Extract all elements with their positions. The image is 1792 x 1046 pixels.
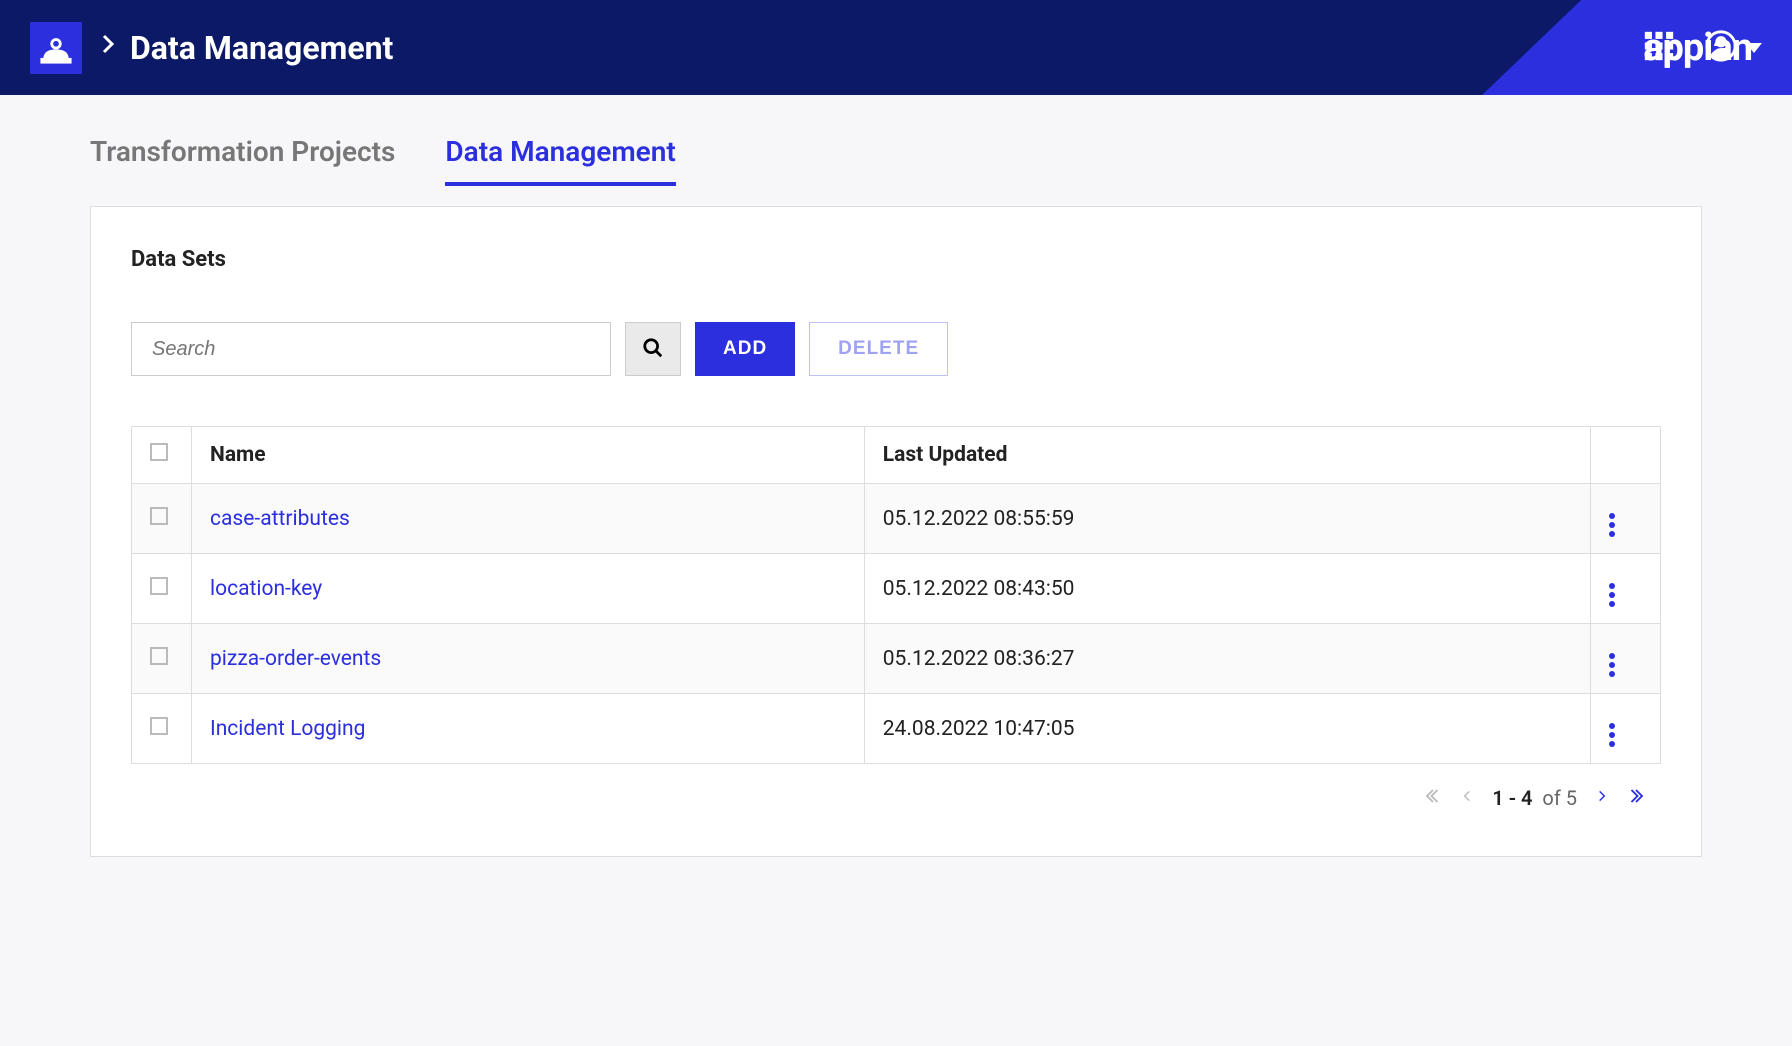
select-all-checkbox[interactable] (150, 443, 168, 461)
pagination-prev-icon[interactable] (1460, 786, 1474, 810)
column-header-updated[interactable]: Last Updated (864, 427, 1590, 484)
app-header: Data Management appian (0, 0, 1792, 95)
search-button[interactable] (625, 322, 681, 376)
add-button[interactable]: ADD (695, 322, 795, 376)
main-content: Transformation Projects Data Management … (0, 95, 1792, 897)
user-menu[interactable] (1704, 29, 1762, 67)
row-actions-kebab-icon[interactable] (1609, 570, 1615, 595)
dataset-link[interactable]: pizza-order-events (210, 647, 381, 671)
pagination-range: 1 - 4 (1492, 786, 1532, 810)
page-title: Data Management (130, 29, 393, 67)
row-checkbox[interactable] (150, 577, 168, 595)
row-checkbox[interactable] (150, 507, 168, 525)
dataset-link[interactable]: location-key (210, 577, 322, 601)
column-header-name[interactable]: Name (192, 427, 865, 484)
data-sets-table: Name Last Updated case-attributes 05.12.… (131, 426, 1661, 764)
column-header-select (132, 427, 192, 484)
search-input[interactable] (131, 322, 611, 376)
row-checkbox[interactable] (150, 647, 168, 665)
table-row: location-key 05.12.2022 08:43:50 (132, 554, 1661, 624)
pagination: 1 - 4 of 5 (131, 764, 1661, 816)
pagination-of-label: of (1542, 786, 1560, 810)
app-logo-icon[interactable] (30, 22, 82, 74)
pagination-first-icon[interactable] (1424, 786, 1442, 810)
dataset-updated: 05.12.2022 08:36:27 (864, 624, 1590, 694)
toolbar: ADD DELETE (131, 322, 1661, 376)
data-sets-panel: Data Sets ADD DELETE Na (90, 206, 1702, 857)
column-header-actions (1591, 427, 1661, 484)
chevron-down-icon (1746, 43, 1762, 53)
search-icon (642, 337, 664, 362)
tabs: Transformation Projects Data Management (90, 135, 1702, 186)
breadcrumb-chevron-icon (100, 32, 116, 63)
dataset-updated: 05.12.2022 08:55:59 (864, 484, 1590, 554)
tab-data-management[interactable]: Data Management (445, 135, 675, 186)
row-actions-kebab-icon[interactable] (1609, 500, 1615, 525)
dataset-link[interactable]: case-attributes (210, 507, 350, 531)
dataset-link[interactable]: Incident Logging (210, 717, 365, 741)
row-actions-kebab-icon[interactable] (1609, 710, 1615, 735)
apps-grid-icon[interactable] (1642, 29, 1676, 67)
user-avatar-icon (1704, 29, 1738, 67)
pagination-last-icon[interactable] (1627, 786, 1645, 810)
row-checkbox[interactable] (150, 717, 168, 735)
pagination-total: 5 (1566, 786, 1577, 810)
table-row: Incident Logging 24.08.2022 10:47:05 (132, 694, 1661, 764)
dataset-updated: 05.12.2022 08:43:50 (864, 554, 1590, 624)
table-row: pizza-order-events 05.12.2022 08:36:27 (132, 624, 1661, 694)
dataset-updated: 24.08.2022 10:47:05 (864, 694, 1590, 764)
row-actions-kebab-icon[interactable] (1609, 640, 1615, 665)
table-row: case-attributes 05.12.2022 08:55:59 (132, 484, 1661, 554)
delete-button[interactable]: DELETE (809, 322, 948, 376)
tab-transformation-projects[interactable]: Transformation Projects (90, 135, 395, 186)
panel-title: Data Sets (131, 247, 1661, 272)
pagination-next-icon[interactable] (1595, 786, 1609, 810)
